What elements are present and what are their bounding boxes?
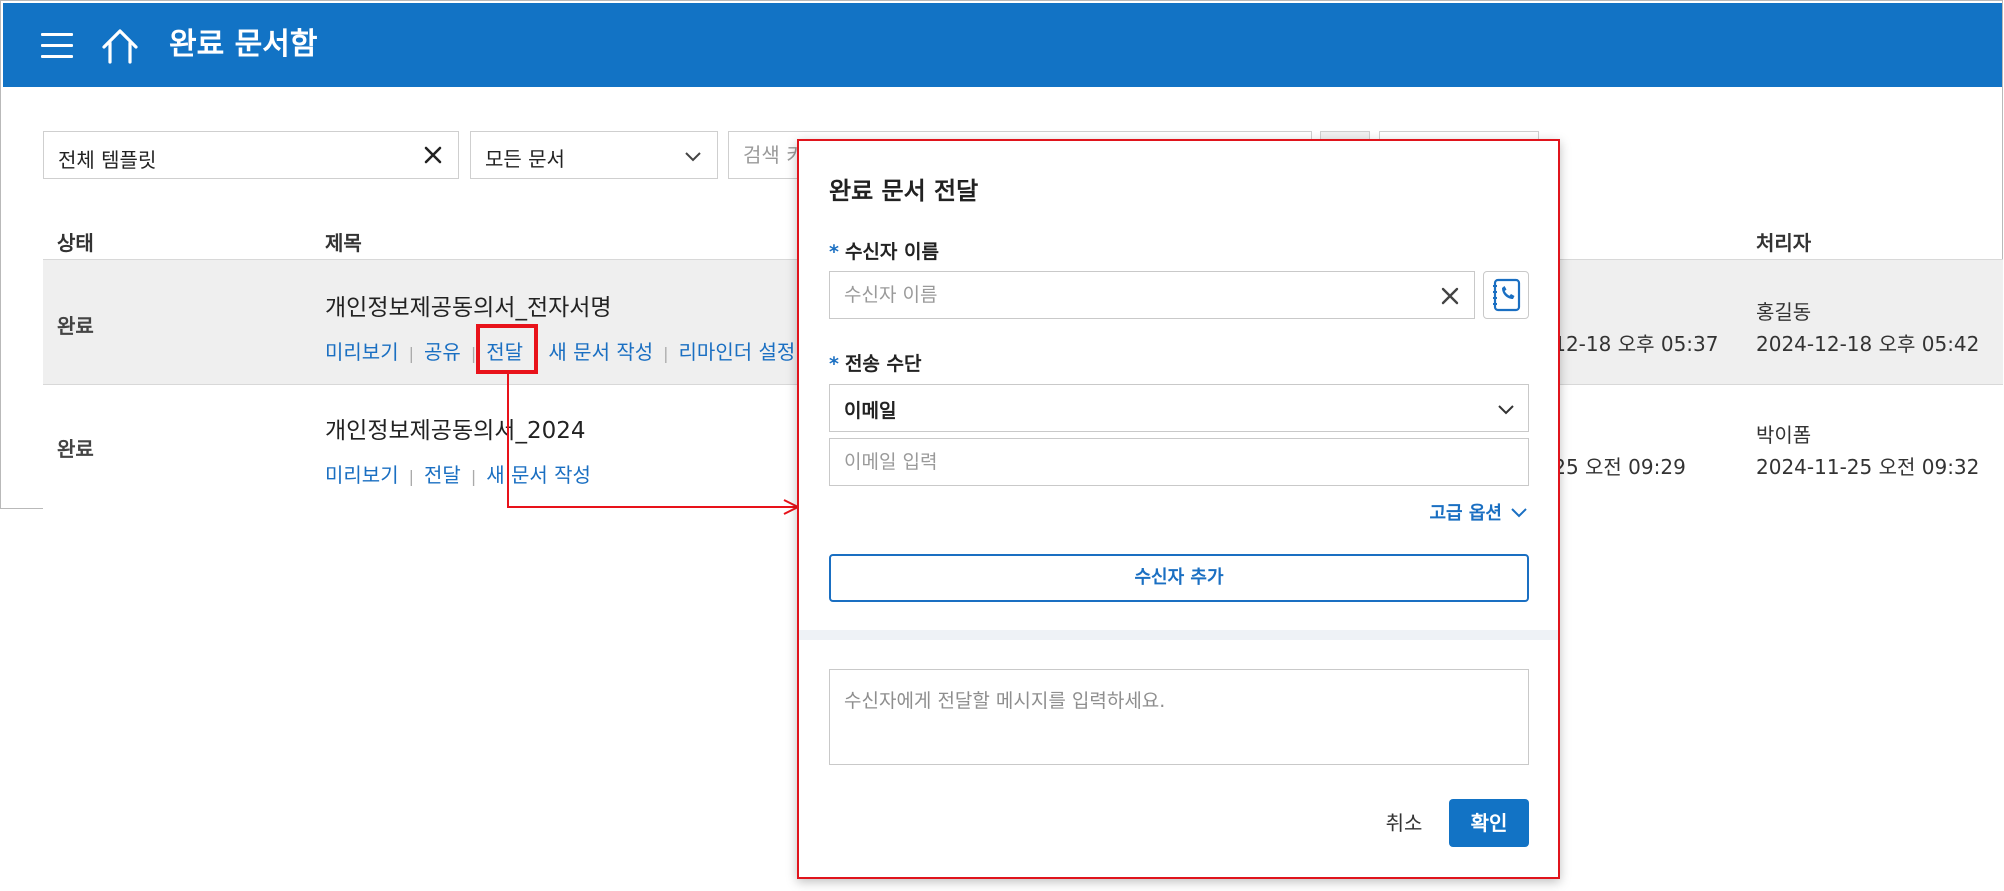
cancel-button[interactable]: 취소 (1369, 799, 1439, 847)
recipient-name-label: * 수신자 이름 (829, 241, 939, 263)
status-badge: 완료 (57, 314, 94, 338)
forward-document-dialog: 완료 문서 전달 *수신자 이름 *전송 수단 이메일 고급 옵션 수신자 추가… (797, 139, 1560, 879)
required-mark: * (829, 241, 839, 263)
reminder-link[interactable]: 리마인더 설정 (679, 340, 796, 364)
add-recipient-button[interactable]: 수신자 추가 (829, 554, 1529, 602)
recipient-name-input[interactable] (829, 271, 1475, 319)
handler-date: 2024-11-25 오전 09:32 (1756, 455, 1980, 479)
document-title[interactable]: 개인정보제공동의서_2024 (325, 411, 585, 445)
address-book-icon (1493, 278, 1521, 312)
clear-icon[interactable] (422, 144, 444, 166)
document-filter-value: 모든 문서 (485, 147, 565, 171)
preview-link[interactable]: 미리보기 (325, 463, 399, 487)
email-input[interactable] (829, 438, 1529, 486)
annotation-line (507, 374, 509, 508)
chevron-down-icon (1510, 503, 1528, 521)
handler-name: 홍길동 (1756, 300, 1812, 324)
new-document-link[interactable]: 새 문서 작성 (548, 340, 653, 364)
confirm-button[interactable]: 확인 (1449, 799, 1529, 847)
delivery-method-select[interactable]: 이메일 (829, 384, 1529, 432)
dialog-title: 완료 문서 전달 (829, 177, 979, 205)
column-header-status: 상태 (57, 231, 94, 255)
annotation-line (507, 506, 797, 508)
delivery-method-label: * 전송 수단 (829, 353, 922, 375)
clear-icon[interactable] (1439, 285, 1461, 307)
document-filter-select[interactable]: 모든 문서 (470, 131, 718, 179)
advanced-options-toggle[interactable]: 고급 옵션 (1429, 499, 1528, 525)
page-title: 완료 문서함 (169, 27, 318, 62)
handler-name: 박이폼 (1756, 423, 1812, 447)
address-book-button[interactable] (1483, 271, 1529, 319)
advanced-options-label: 고급 옵션 (1429, 503, 1502, 524)
status-badge: 완료 (57, 437, 94, 461)
message-textarea[interactable] (829, 669, 1529, 765)
row-actions: 미리보기 | 전달 | 새 문서 작성 (325, 463, 591, 487)
share-link[interactable]: 공유 (424, 340, 461, 364)
top-header: 완료 문서함 (3, 3, 2002, 87)
forward-highlight-box (476, 324, 538, 374)
template-filter-value: 전체 템플릿 (58, 148, 157, 172)
document-date: -12-18 오후 05:37 (1546, 332, 1719, 356)
hamburger-menu-icon[interactable] (41, 31, 77, 61)
template-filter[interactable]: 전체 템플릿 (43, 131, 459, 179)
new-document-link[interactable]: 새 문서 작성 (486, 463, 591, 487)
forward-link[interactable]: 전달 (424, 463, 461, 487)
handler-date: 2024-12-18 오후 05:42 (1756, 332, 1980, 356)
home-icon[interactable] (99, 27, 141, 65)
delivery-method-value: 이메일 (844, 400, 897, 422)
row-actions: 미리보기 | 공유 | 전달 | 새 문서 작성 | 리마인더 설정 (325, 340, 796, 364)
column-header-title: 제목 (325, 231, 362, 255)
section-divider (799, 630, 1558, 640)
column-header-handler: 처리자 (1756, 231, 1812, 255)
chevron-down-icon (1496, 399, 1516, 419)
document-title[interactable]: 개인정보제공동의서_전자서명 (325, 288, 612, 322)
chevron-down-icon (683, 146, 703, 166)
document-date: -25 오전 09:29 (1546, 455, 1686, 479)
required-mark: * (829, 353, 839, 375)
preview-link[interactable]: 미리보기 (325, 340, 399, 364)
